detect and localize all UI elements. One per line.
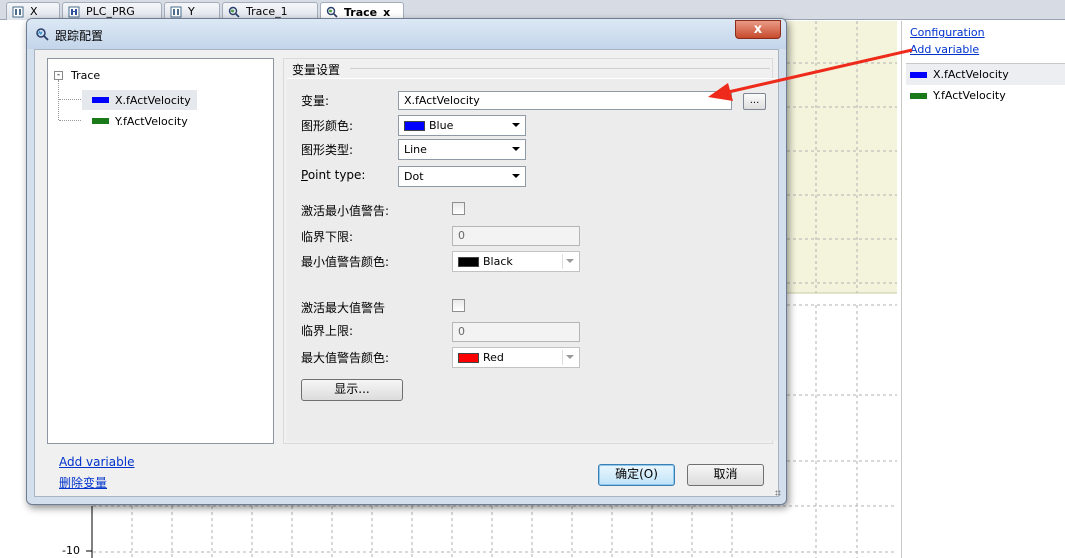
- color-swatch: [92, 97, 109, 103]
- select-value: Line: [404, 143, 427, 156]
- color-swatch: [910, 92, 927, 99]
- min-threshold-label: 临界下限:: [301, 230, 354, 244]
- max-warning-color-label: 最大值警告颜色:: [301, 351, 390, 365]
- group-title: 变量设置: [292, 63, 341, 77]
- group-divider: [350, 68, 770, 69]
- select-value: Dot: [404, 170, 424, 183]
- browse-button[interactable]: ...: [743, 93, 766, 110]
- list-item-y-factvelocity[interactable]: Y.fActVelocity: [906, 85, 1065, 106]
- close-icon: x: [753, 22, 763, 37]
- min-warning-color-label: 最小值警告颜色:: [301, 255, 390, 269]
- program-icon: [68, 6, 80, 17]
- activate-min-warning-label: 激活最小值警告:: [301, 204, 390, 218]
- chevron-down-icon: [512, 147, 520, 151]
- dialog-client-area: - Trace X.fActVelocity Y.fActVelocity 变量…: [34, 49, 781, 497]
- color-swatch: [404, 120, 425, 131]
- color-swatch: [910, 71, 927, 78]
- pou-icon: [12, 6, 24, 17]
- tab-label: X: [30, 5, 38, 18]
- tree-root-label: Trace: [71, 69, 101, 82]
- select-value: Red: [483, 351, 504, 364]
- tree-item-label: X.fActVelocity: [115, 93, 191, 107]
- variable-list: X.fActVelocity Y.fActVelocity: [906, 63, 1065, 106]
- point-type-label-text: oint type:: [307, 168, 366, 182]
- trace-configuration-dialog: 跟踪配置 x - Trace X.fActVelocity Y.fActVelo…: [26, 18, 787, 505]
- chevron-down-icon: [512, 174, 520, 178]
- chevron-down-icon: [566, 355, 574, 359]
- max-warning-color-select[interactable]: Red: [452, 347, 580, 368]
- y-axis-tick-label: -10: [62, 544, 80, 557]
- variable-name: X.fActVelocity: [933, 68, 1009, 81]
- select-value: Black: [483, 255, 513, 268]
- variable-settings-group: 变量设置 变量: X.fActVelocity ... 图形颜色: Blue 图…: [283, 58, 778, 444]
- activate-max-warning-label: 激活最大值警告: [301, 301, 386, 315]
- graph-type-label: 图形类型:: [301, 143, 354, 157]
- display-button[interactable]: 显示...: [301, 379, 403, 401]
- trace-variables-panel: Configuration Add variable X.fActVelocit…: [901, 21, 1065, 558]
- tab-label: Y: [188, 5, 195, 18]
- chevron-down-icon: [566, 259, 574, 263]
- activate-min-warning-checkbox[interactable]: [452, 202, 465, 215]
- select-value: Blue: [429, 119, 454, 132]
- graph-color-select[interactable]: Blue: [398, 115, 526, 136]
- tree-item-x-factvelocity[interactable]: X.fActVelocity: [82, 90, 197, 110]
- trace-icon: [228, 6, 240, 18]
- dropdown-divider: [562, 350, 563, 365]
- pou-icon: [170, 6, 182, 17]
- add-variable-link[interactable]: Add variable: [910, 43, 979, 56]
- variable-label: 变量:: [301, 94, 330, 108]
- tree-root-trace[interactable]: - Trace: [54, 69, 100, 82]
- color-swatch: [458, 256, 479, 267]
- color-swatch: [458, 352, 479, 363]
- tab-label: Trace_1: [246, 5, 288, 18]
- graph-color-label: 图形颜色:: [301, 119, 354, 133]
- tab-label: Trace: [344, 5, 378, 19]
- trace-icon: [36, 28, 49, 41]
- graph-type-select[interactable]: Line: [398, 139, 526, 160]
- delete-variable-link[interactable]: 删除变量: [59, 474, 107, 491]
- dropdown-divider: [562, 254, 563, 269]
- cancel-button[interactable]: 取消: [687, 464, 764, 486]
- trace-icon: [326, 6, 338, 18]
- resize-grip-icon[interactable]: [775, 490, 781, 496]
- tree-connector: [58, 80, 59, 120]
- dialog-title: 跟踪配置: [55, 29, 104, 43]
- list-item-x-factvelocity[interactable]: X.fActVelocity: [906, 64, 1065, 85]
- accelerator-key: P: [301, 168, 308, 182]
- settings-panel: 变量: X.fActVelocity ... 图形颜色: Blue 图形类型: …: [287, 78, 778, 441]
- variable-input[interactable]: X.fActVelocity: [398, 91, 732, 110]
- color-swatch: [92, 118, 109, 124]
- activate-max-warning-checkbox[interactable]: [452, 299, 465, 312]
- point-type-select[interactable]: Dot: [398, 166, 526, 187]
- add-variable-link[interactable]: Add variable: [59, 455, 134, 469]
- close-icon[interactable]: x: [383, 6, 390, 19]
- min-threshold-input[interactable]: 0: [452, 226, 580, 246]
- tab-label: PLC_PRG: [86, 5, 135, 18]
- tree-connector: [59, 120, 81, 121]
- max-threshold-label: 临界上限:: [301, 324, 354, 338]
- max-threshold-input[interactable]: 0: [452, 322, 580, 342]
- variable-name: Y.fActVelocity: [933, 89, 1006, 102]
- variable-tree: - Trace X.fActVelocity Y.fActVelocity: [47, 58, 274, 444]
- tree-connector: [59, 99, 81, 100]
- tree-item-label: Y.fActVelocity: [115, 114, 188, 128]
- dialog-titlebar[interactable]: 跟踪配置 x: [27, 19, 786, 49]
- configuration-link[interactable]: Configuration: [910, 26, 985, 39]
- tree-item-y-factvelocity[interactable]: Y.fActVelocity: [82, 111, 194, 131]
- close-button[interactable]: x: [735, 20, 781, 39]
- collapse-icon[interactable]: -: [54, 71, 63, 80]
- editor-tab-bar: X PLC_PRG Y Trace_1 Trace x: [0, 0, 1065, 21]
- point-type-label: Point type:: [301, 168, 365, 182]
- ok-button[interactable]: 确定(O): [598, 464, 675, 486]
- chevron-down-icon: [512, 123, 520, 127]
- min-warning-color-select[interactable]: Black: [452, 251, 580, 272]
